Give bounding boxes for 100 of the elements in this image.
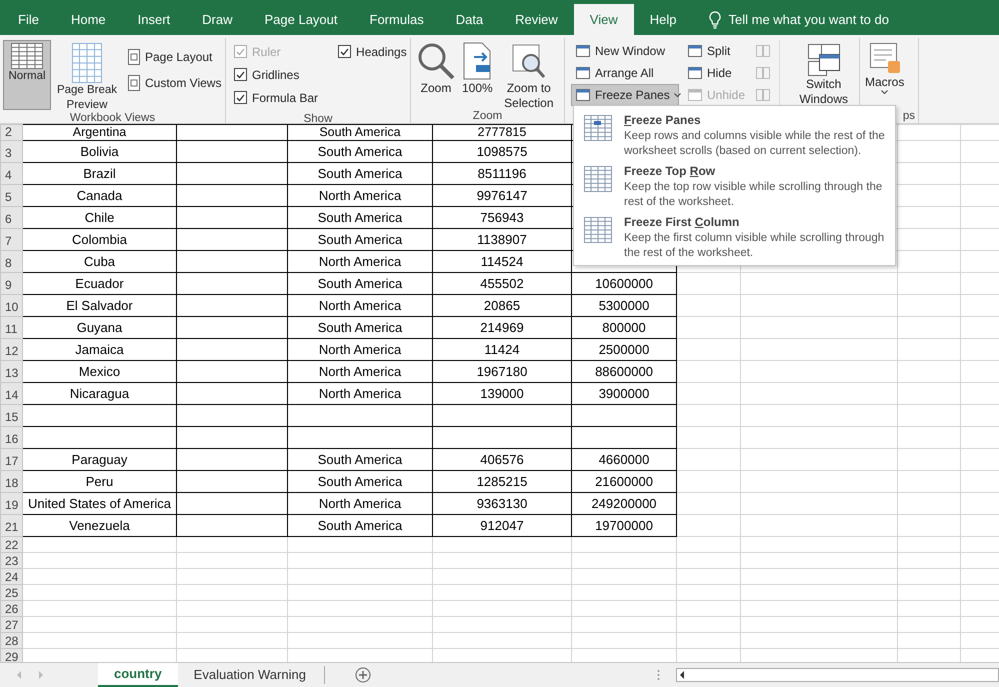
menu-item[interactable]: Freeze Panes Keep rows and columns visible while the rest of the worksheet scrolls (based on current selection).	[574, 109, 895, 160]
window-icon	[687, 65, 703, 81]
table-cell: Mexico	[22, 360, 176, 382]
table-cell: Paraguay	[22, 448, 176, 470]
row-number: 19	[0, 492, 22, 514]
table-cell: South America	[288, 140, 432, 162]
table-cell: 5300000	[572, 294, 676, 316]
checkmark-icon	[340, 48, 350, 56]
zoom-button[interactable]: Zoom	[414, 38, 458, 108]
row-number: 12	[0, 338, 22, 360]
side-by-side-icon	[755, 44, 772, 58]
ribbon-tab[interactable]: Page Layout	[248, 4, 354, 35]
checkbox-label: Gridlines	[252, 66, 300, 84]
table-cell: North America	[288, 184, 432, 206]
row-number: 3	[0, 140, 22, 162]
row-number: 16	[0, 426, 22, 448]
table-cell: 406576	[432, 448, 572, 470]
ribbon-tab[interactable]: Draw	[186, 4, 248, 35]
checkbox-option[interactable]: Gridlines	[234, 63, 318, 86]
window-button[interactable]: Hide	[683, 62, 752, 84]
table-cell: 88600000	[572, 360, 676, 382]
checkbox-label: Ruler	[252, 44, 281, 60]
checkmark-icon	[236, 94, 245, 102]
drag-handle-icon[interactable]	[657, 669, 660, 681]
table-cell: 2500000	[572, 338, 676, 360]
caret-icon	[674, 92, 681, 98]
stacked-windows-icon	[806, 43, 841, 77]
ribbon-tab[interactable]: Home	[54, 4, 122, 35]
window-button[interactable]: Arrange All	[571, 62, 679, 84]
row-number: 25	[0, 584, 22, 600]
checkbox-label: Formula Bar	[252, 90, 318, 106]
horizontal-scrollbar[interactable]	[676, 668, 999, 682]
checkbox-option[interactable]: Headings	[338, 40, 407, 63]
table-cell: 21600000	[572, 470, 676, 492]
view-button[interactable]: Normal	[3, 40, 51, 110]
table-cell: 8511196	[432, 162, 572, 184]
table-cell: Canada	[22, 184, 176, 206]
menu-item[interactable]: Freeze Top Row Keep the top row visible while scrolling through the rest of the worksheet.	[574, 160, 895, 211]
table-cell: Guyana	[22, 316, 176, 338]
row-number: 17	[0, 448, 22, 470]
table-cell: 4660000	[572, 448, 676, 470]
row-number: 14	[0, 382, 22, 404]
table-cell: 1138907	[432, 228, 572, 250]
row-number: 8	[0, 250, 22, 272]
zoom-button[interactable]: Zoom to Selection	[496, 38, 561, 108]
table-cell: South America	[288, 470, 432, 492]
table-cell: 3900000	[572, 382, 676, 404]
row-number: 22	[0, 536, 22, 552]
table-cell: North America	[288, 492, 432, 514]
ribbon-tab[interactable]: File	[2, 4, 55, 35]
table-cell: North America	[288, 382, 432, 404]
table-cell: 139000	[432, 382, 572, 404]
table-cell: 9363130	[432, 492, 572, 514]
ribbon-tab[interactable]: Data	[440, 4, 500, 35]
group-label: Show	[304, 113, 332, 125]
table-cell: North America	[288, 250, 432, 272]
freeze-grid-icon	[584, 166, 612, 192]
table-cell: South America	[288, 272, 432, 294]
view-button[interactable]: Page Break Preview	[53, 40, 121, 110]
checkmark-icon	[236, 70, 245, 78]
menu-item[interactable]: Freeze First Column Keep the first column visible while scrolling through the rest of the worksheet.	[574, 211, 895, 262]
freeze-grid-icon	[584, 115, 612, 141]
tell-me-search[interactable]: Tell me what you want to do	[728, 10, 889, 30]
ribbon-tab[interactable]: View	[574, 4, 634, 35]
ribbon-tab[interactable]: Help	[634, 4, 692, 35]
checkbox[interactable]	[338, 45, 352, 58]
table-cell: 2777815	[432, 124, 572, 140]
table-cell: South America	[288, 206, 432, 228]
table-cell: North America	[288, 360, 432, 382]
sheet-tab[interactable]: country	[98, 663, 178, 687]
table-cell: United States of America	[22, 492, 176, 514]
table-cell: 912047	[432, 514, 572, 536]
ribbon-tab[interactable]: Review	[499, 4, 574, 35]
ribbon-tab[interactable]: Insert	[122, 4, 186, 35]
checkbox[interactable]	[234, 91, 247, 104]
window-button[interactable]: New Window	[571, 40, 679, 62]
table-cell: 455502	[432, 272, 572, 294]
table-cell: 10600000	[572, 272, 676, 294]
checkbox[interactable]	[234, 68, 247, 81]
window-button[interactable]: Split	[683, 40, 752, 62]
row-number: 11	[0, 316, 22, 338]
lightbulb-icon	[708, 10, 720, 28]
magnifier-icon	[416, 41, 456, 81]
checkbox-option[interactable]: Formula Bar	[234, 86, 318, 109]
window-icon	[575, 43, 591, 59]
checkbox-label: Headings	[356, 44, 407, 60]
sheet-tab[interactable]: Evaluation Warning	[178, 663, 322, 687]
zoom-button[interactable]: 100%	[460, 38, 495, 108]
group-label: Zoom	[472, 110, 502, 122]
table-cell: Cuba	[22, 250, 176, 272]
caret-icon	[881, 90, 888, 95]
view-button[interactable]: Page Layout	[123, 46, 226, 68]
view-button[interactable]: Custom Views	[123, 72, 226, 94]
table-cell: South America	[288, 514, 432, 536]
window-button[interactable]: Freeze Panes	[571, 84, 679, 106]
table-cell: 19700000	[572, 514, 676, 536]
add-sheet-icon[interactable]	[354, 667, 371, 683]
ribbon-tab[interactable]: Formulas	[354, 4, 440, 35]
page-arrow-icon	[462, 41, 492, 81]
table-cell: 1098575	[432, 140, 572, 162]
